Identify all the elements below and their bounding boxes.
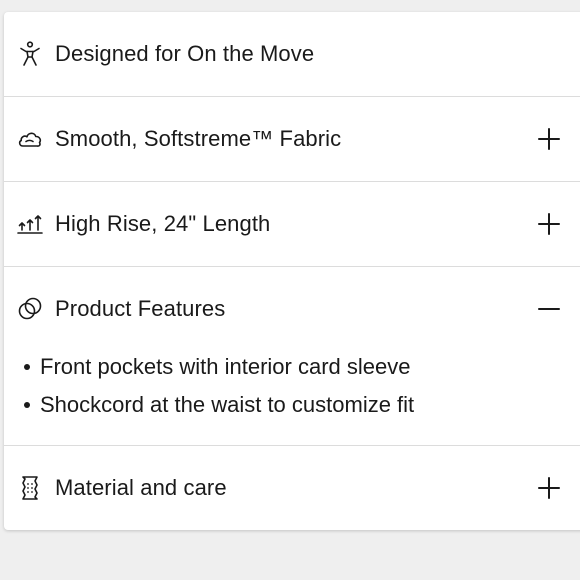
- list-item: Front pockets with interior card sleeve: [4, 348, 580, 386]
- accordion-item-product-features[interactable]: Product Features: [4, 289, 580, 329]
- product-details-accordion: Designed for On the Move Smooth, Softstr…: [4, 12, 580, 530]
- person-moving-icon: [17, 41, 43, 67]
- expand-plus-icon[interactable]: [534, 124, 564, 154]
- expand-plus-icon[interactable]: [534, 473, 564, 503]
- collapse-minus-icon[interactable]: [534, 294, 564, 324]
- list-item: Shockcord at the waist to customize fit: [4, 386, 580, 424]
- accordion-item-material-and-care[interactable]: Material and care: [4, 468, 580, 508]
- rise-arrows-icon: [17, 211, 43, 237]
- divider: [4, 266, 580, 267]
- overlapping-circles-icon: [17, 296, 43, 322]
- cloud-icon: [17, 126, 43, 152]
- accordion-item-label: Material and care: [55, 475, 227, 500]
- divider: [4, 96, 580, 97]
- divider: [4, 181, 580, 182]
- accordion-item-designed-for-on-the-move: Designed for On the Move: [4, 34, 580, 74]
- feature-text: Front pockets with interior card sleeve: [40, 354, 411, 379]
- product-features-list: Front pockets with interior card sleeve …: [4, 348, 580, 424]
- divider: [4, 445, 580, 446]
- accordion-item-label: Smooth, Softstreme™ Fabric: [55, 126, 342, 151]
- accordion-item-fabric[interactable]: Smooth, Softstreme™ Fabric: [4, 119, 580, 159]
- accordion-item-label: Designed for On the Move: [55, 41, 315, 66]
- accordion-item-rise-length[interactable]: High Rise, 24" Length: [4, 204, 580, 244]
- accordion-item-label: Product Features: [55, 296, 226, 321]
- expand-plus-icon[interactable]: [534, 209, 564, 239]
- feature-text: Shockcord at the waist to customize fit: [40, 392, 415, 417]
- accordion-item-label: High Rise, 24" Length: [55, 211, 271, 236]
- care-label-icon: [17, 475, 43, 501]
- bullet-icon: [24, 364, 30, 370]
- bullet-icon: [24, 402, 30, 408]
